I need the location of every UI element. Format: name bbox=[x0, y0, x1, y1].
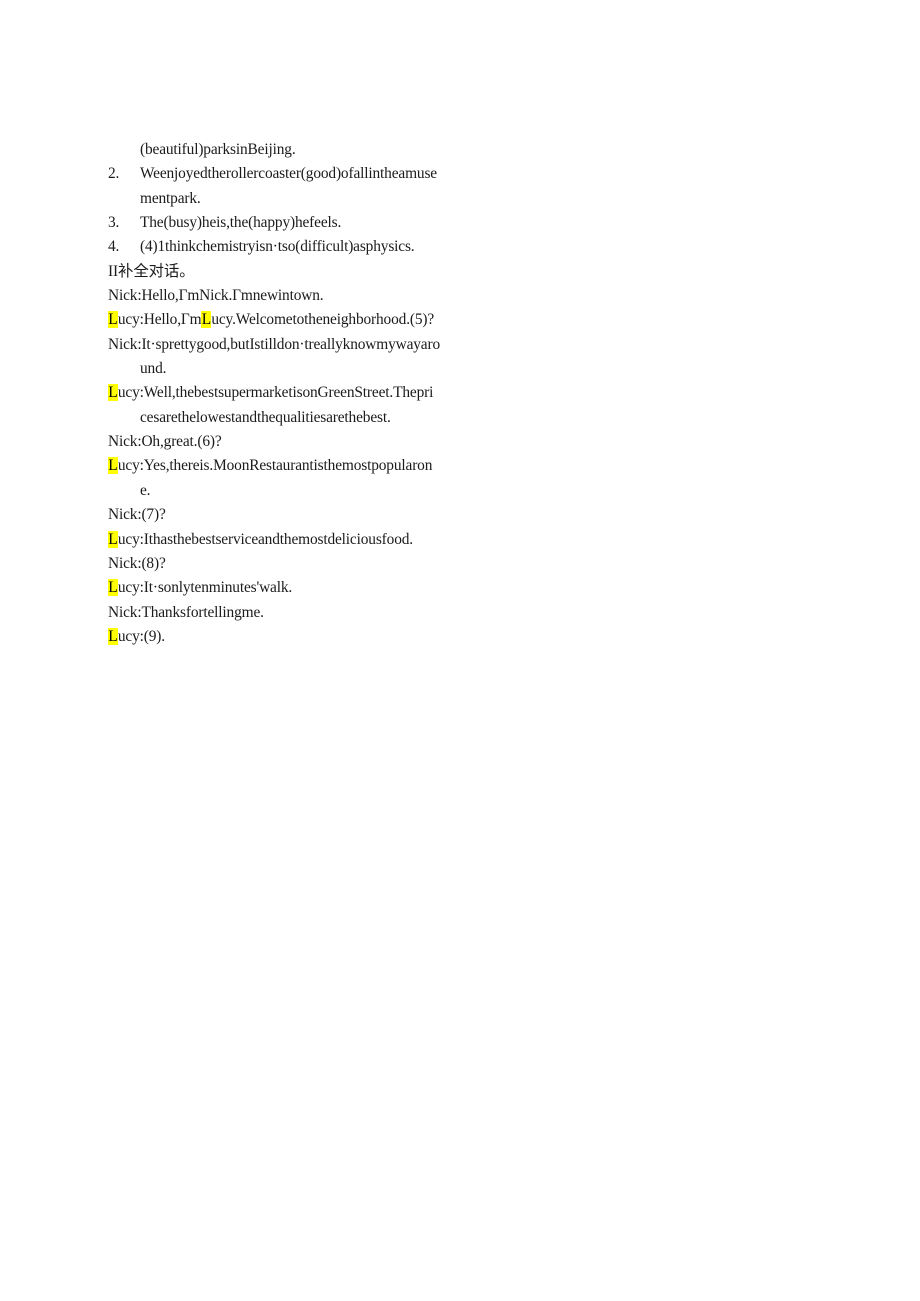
dialogue-line: Nick:(7)? bbox=[108, 506, 166, 524]
orphan-continuation-line: (beautiful)parksinBeijing. bbox=[140, 141, 296, 158]
highlight-mark: L bbox=[108, 530, 118, 548]
exercise-item: 3. The(busy)heis,the(happy)hefeels. bbox=[108, 211, 468, 235]
highlight-mark: L bbox=[108, 627, 118, 645]
dialogue-line: Lucy:(9). bbox=[108, 625, 468, 649]
highlight-mark: L bbox=[108, 311, 118, 329]
item-number: 2. bbox=[108, 165, 120, 183]
dialogue-line: Lucy:It·sonlytenminutes'walk. bbox=[108, 576, 468, 600]
dialogue-line: Nick:It·sprettygood,butIstilldon·treally… bbox=[108, 335, 441, 353]
dialogue-line: Lucy:Ithasthebestserviceandthemostdelici… bbox=[108, 528, 468, 552]
dialogue-line: Lucy:Well,thebestsupermarketisonGreenStr… bbox=[108, 381, 468, 405]
document-text-body: (beautiful)parksinBeijing. 2. Weenjoyedt… bbox=[108, 138, 468, 649]
dialogue-text: ucy:Ithasthebestserviceandthemostdelicio… bbox=[117, 530, 413, 548]
exercise-item: 4. (4)1thinkchemistryisn·tso(difficult)a… bbox=[108, 235, 468, 259]
dialogue-text: ucy:(9). bbox=[117, 627, 165, 645]
dialogue-text: ucy:It·sonlytenminutes'walk. bbox=[117, 579, 293, 597]
dialogue-continuation-line: und. bbox=[140, 360, 167, 378]
highlight-mark: L bbox=[108, 457, 118, 475]
item-number: 4. bbox=[108, 238, 120, 256]
item-continuation-line: mentpark. bbox=[140, 189, 201, 207]
dialogue-line: Nick:Thanksfortellingme. bbox=[108, 603, 264, 621]
dialogue-text: ucy.Welcometotheneighborhood.(5)? bbox=[211, 311, 435, 329]
item-text: (4)1thinkchemistryisn·tso(difficult)asph… bbox=[140, 238, 415, 256]
dialogue-line: Nick:Oh,great.(6)? bbox=[108, 433, 222, 451]
item-text: The(busy)heis,the(happy)hefeels. bbox=[140, 214, 342, 232]
exercise-item: 2. Weenjoyedtherollercoaster(good)ofalli… bbox=[108, 162, 468, 186]
highlight-mark: L bbox=[108, 384, 118, 402]
dialogue-continuation-line: cesarethelowestandthequalitiesarethebest… bbox=[140, 408, 391, 426]
highlight-mark: L bbox=[201, 311, 212, 329]
item-text: Weenjoyedtherollercoaster(good)ofallinth… bbox=[140, 165, 437, 183]
dialogue-line: Lucy:Yes,thereis.MoonRestaurantisthemost… bbox=[108, 454, 468, 478]
dialogue-line: Lucy:Hello,ΓmLucy.Welcometotheneighborho… bbox=[108, 308, 468, 332]
dialogue-text: ucy:Hello,Γm bbox=[117, 311, 202, 329]
document-page: (beautiful)parksinBeijing. 2. Weenjoyedt… bbox=[0, 0, 920, 1301]
dialogue-text: ucy:Well,thebestsupermarketisonGreenStre… bbox=[117, 384, 434, 402]
dialogue-continuation-line: e. bbox=[140, 481, 151, 499]
highlight-mark: L bbox=[108, 579, 118, 597]
dialogue-text: ucy:Yes,thereis.MoonRestaurantisthemostp… bbox=[117, 457, 433, 475]
dialogue-line: Nick:(8)? bbox=[108, 554, 166, 572]
dialogue-line: Nick:Hello,ΓmNick.Γmnewintown. bbox=[108, 287, 324, 305]
section-heading: II补全对话。 bbox=[108, 262, 195, 280]
item-number: 3. bbox=[108, 214, 120, 232]
